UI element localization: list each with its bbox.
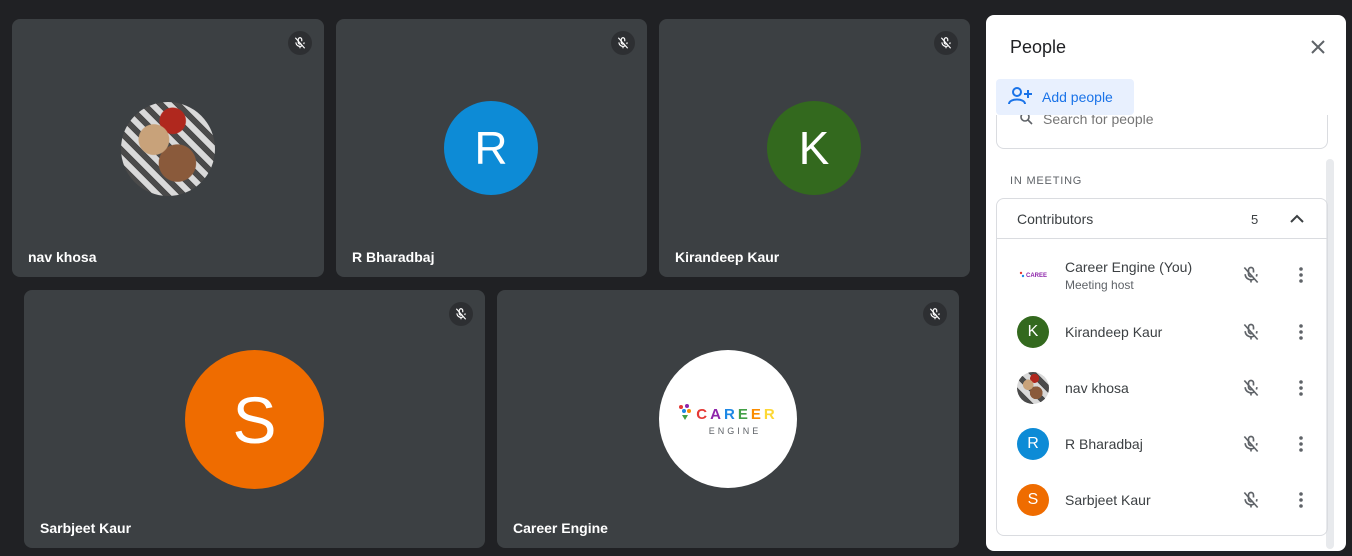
participant-row[interactable]: R R Bharadbaj [997, 416, 1327, 472]
more-vert-icon[interactable] [1289, 488, 1313, 512]
search-icon [1019, 115, 1033, 125]
chevron-up-icon[interactable] [1287, 209, 1307, 229]
logo-sub: ENGINE [708, 425, 762, 436]
section-label-in-meeting: IN MEETING [1010, 175, 1083, 187]
mic-off-icon[interactable] [1239, 432, 1263, 456]
add-people-label: Add people [1042, 89, 1113, 105]
participant-name: Kirandeep Kaur [1065, 324, 1163, 340]
logo-bulb-icon [678, 403, 692, 426]
more-vert-icon[interactable] [1289, 263, 1313, 287]
career-engine-logo: CAREER ENGINE [659, 350, 797, 488]
logo-word: CAREER [696, 405, 778, 423]
video-tile-kirandeep-kaur[interactable]: K Kirandeep Kaur [659, 19, 970, 277]
more-vert-icon[interactable] [1289, 376, 1313, 400]
participant-name: Kirandeep Kaur [675, 249, 780, 265]
people-panel: People Add people IN MEETING Contributor… [986, 15, 1346, 551]
video-tile-career-engine[interactable]: CAREER ENGINE Career Engine [497, 290, 959, 548]
video-tile-nav-khosa[interactable]: nav khosa [12, 19, 324, 277]
participant-row[interactable]: K Kirandeep Kaur [997, 304, 1327, 360]
participant-row[interactable]: S Sarbjeet Kaur [997, 472, 1327, 528]
participant-name: R Bharadbaj [352, 249, 435, 265]
mic-off-icon[interactable] [1239, 488, 1263, 512]
add-people-button[interactable]: Add people [996, 79, 1134, 115]
close-icon[interactable] [1306, 35, 1330, 59]
panel-title: People [1010, 37, 1067, 57]
participant-name: Sarbjeet Kaur [40, 520, 132, 536]
svg-text:CAREER: CAREER [1026, 273, 1047, 279]
avatar: R [1017, 428, 1049, 460]
mic-off-icon [934, 31, 958, 55]
video-tile-sarbjeet-kaur[interactable]: S Sarbjeet Kaur [24, 290, 485, 548]
avatar: S [1017, 484, 1049, 516]
contributors-count: 5 [1251, 212, 1259, 227]
participant-row[interactable]: nav khosa [997, 360, 1327, 416]
participant-avatar: K [767, 101, 861, 195]
mic-off-icon [288, 31, 312, 55]
avatar: K [1017, 316, 1049, 348]
person-add-icon [1008, 86, 1032, 109]
more-vert-icon[interactable] [1289, 320, 1313, 344]
participant-avatar: S [185, 350, 324, 489]
mic-off-icon[interactable] [1239, 376, 1263, 400]
mic-off-icon[interactable] [1239, 320, 1263, 344]
participant-photo [121, 102, 215, 196]
mic-off-icon[interactable] [1239, 263, 1263, 287]
participant-name: Sarbjeet Kaur [1065, 492, 1151, 508]
contributors-label: Contributors [1017, 211, 1094, 227]
participant-name: Career Engine (You) [1065, 259, 1193, 275]
participant-avatar: R [444, 101, 538, 195]
mic-off-icon [923, 302, 947, 326]
participant-row[interactable]: CAREER Career Engine (You) Meeting host [997, 247, 1327, 303]
video-tile-r-bharadbaj[interactable]: R R Bharadbaj [336, 19, 647, 277]
participant-name: Career Engine [513, 520, 608, 536]
participant-name: R Bharadbaj [1065, 436, 1143, 452]
avatar: CAREER [1017, 259, 1049, 291]
contributors-group: Contributors 5 CAREER Career Engine (You… [996, 198, 1328, 536]
avatar [1017, 372, 1049, 404]
participant-name: nav khosa [1065, 380, 1129, 396]
more-vert-icon[interactable] [1289, 432, 1313, 456]
contributors-header[interactable]: Contributors 5 [997, 199, 1327, 239]
participant-role: Meeting host [1065, 278, 1134, 292]
search-input[interactable] [1043, 115, 1303, 129]
search-field[interactable] [996, 115, 1328, 149]
mic-off-icon [449, 302, 473, 326]
mic-off-icon [611, 31, 635, 55]
participant-name: nav khosa [28, 249, 97, 265]
